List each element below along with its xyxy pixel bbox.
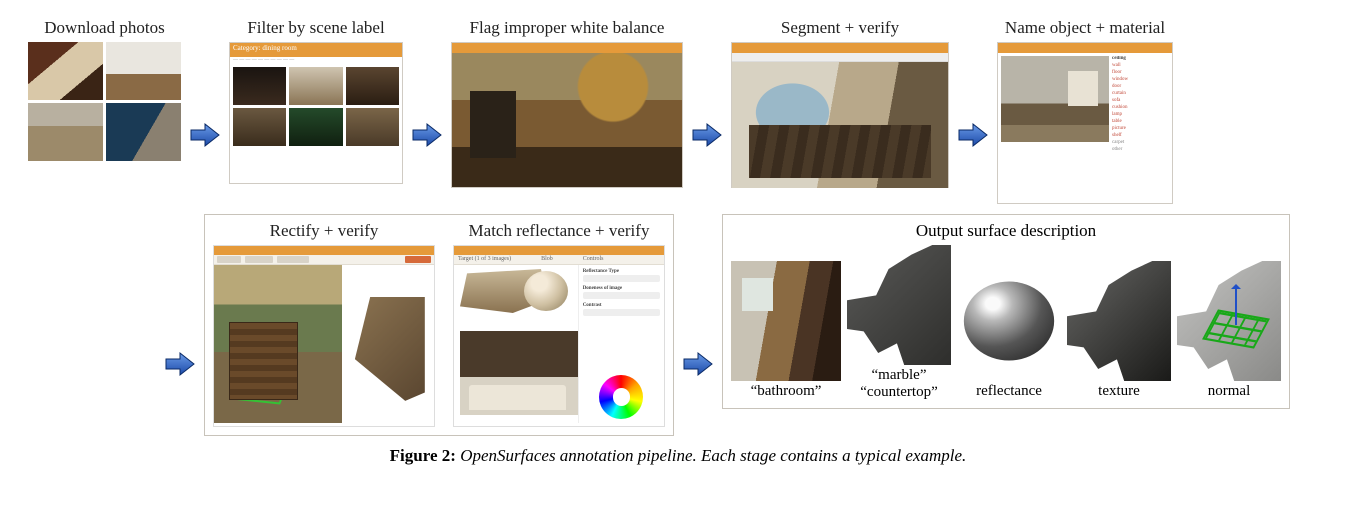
panel-header <box>214 246 434 255</box>
out-label: “marble” “countertop” <box>860 367 937 400</box>
thumb <box>233 67 286 105</box>
toolbar <box>732 53 948 62</box>
thumb <box>346 67 399 105</box>
stage-download: Download photos <box>28 18 181 161</box>
rectify-match-panel: Rectify + verify Match reflectance + ver… <box>204 214 674 436</box>
color-wheel-icon <box>599 375 643 419</box>
match-cols: Target (1 of 3 images) Blob Controls <box>454 255 664 265</box>
thumb <box>289 108 342 146</box>
stage-title: Segment + verify <box>781 18 899 38</box>
out-img <box>1177 261 1281 381</box>
stage-whitebalance: Flag improper white balance <box>451 18 683 188</box>
name-panel: ceiling wall floor window door curtain s… <box>997 42 1173 204</box>
stage-title: Flag improper white balance <box>470 18 665 38</box>
out-marble: “marble” “countertop” <box>847 245 951 400</box>
panel-header <box>452 43 682 53</box>
photo-grid <box>28 42 181 161</box>
output-panel: Output surface description “bathroom” “m… <box>722 214 1290 409</box>
out-img <box>847 245 951 365</box>
match-controls: Reflectance Type Doneness of image Contr… <box>578 265 664 423</box>
thumb <box>28 42 103 100</box>
panel-header <box>732 43 948 53</box>
stage-title: Filter by scene label <box>247 18 384 38</box>
stage-match: Match reflectance + verify Target (1 of … <box>453 221 665 427</box>
name-photo <box>1001 56 1109 142</box>
panel-header <box>998 43 1172 53</box>
panel-header: Category: dining room <box>230 43 402 57</box>
stage-title: Name object + material <box>1005 18 1165 38</box>
panel-header <box>454 246 664 255</box>
stage-name: Name object + material ceiling wall floo… <box>997 18 1173 204</box>
match-panel: Target (1 of 3 images) Blob Controls Ref… <box>453 245 665 427</box>
arrow-icon <box>957 121 989 149</box>
wb-photo <box>452 53 682 187</box>
rect-panel <box>213 245 435 427</box>
match-left <box>454 265 578 423</box>
thumb <box>233 108 286 146</box>
out-normal: normal <box>1177 261 1281 400</box>
rect-photo <box>214 265 342 423</box>
arrow-icon <box>189 121 221 149</box>
out-texture: texture <box>1067 261 1171 400</box>
arrow-icon <box>691 121 723 149</box>
panel-subtext: — — — — — — — — — — <box>230 57 402 64</box>
figure-caption: Figure 2: OpenSurfaces annotation pipeli… <box>28 446 1328 466</box>
thumb <box>106 42 181 100</box>
out-bathroom: “bathroom” <box>731 261 841 400</box>
arrow-icon <box>682 350 714 378</box>
thumb <box>106 103 181 161</box>
seg-photo <box>732 62 948 188</box>
match-context <box>460 331 578 415</box>
out-img <box>957 261 1061 381</box>
stage-title: Download photos <box>44 18 164 38</box>
thumb <box>346 108 399 146</box>
out-img <box>731 261 841 381</box>
stage-rectify: Rectify + verify <box>213 221 435 427</box>
normal-arrow-icon <box>1235 285 1237 325</box>
out-reflectance: reflectance <box>957 261 1061 400</box>
rect-output <box>342 265 434 423</box>
thumb <box>289 67 342 105</box>
stage-title: Rectify + verify <box>270 221 379 241</box>
toolbar <box>214 255 434 265</box>
filter-panel: Category: dining room — — — — — — — — — … <box>229 42 403 184</box>
wb-panel <box>451 42 683 188</box>
filter-grid <box>230 64 402 149</box>
out-img <box>1067 261 1171 381</box>
name-list: ceiling wall floor window door curtain s… <box>1112 56 1169 200</box>
arrow-icon <box>411 121 443 149</box>
match-blob <box>524 271 568 311</box>
pipeline-row-1: Download photos Filter by scene label Ca… <box>28 18 1328 204</box>
arrow-icon <box>164 350 196 378</box>
pipeline-row-2: Rectify + verify Match reflectance + ver… <box>28 214 1328 436</box>
stage-filter: Filter by scene label Category: dining r… <box>229 18 403 184</box>
thumb <box>28 103 103 161</box>
stage-title: Match reflectance + verify <box>469 221 650 241</box>
output-title: Output surface description <box>731 221 1281 241</box>
stage-segment: Segment + verify <box>731 18 949 188</box>
seg-panel <box>731 42 949 188</box>
